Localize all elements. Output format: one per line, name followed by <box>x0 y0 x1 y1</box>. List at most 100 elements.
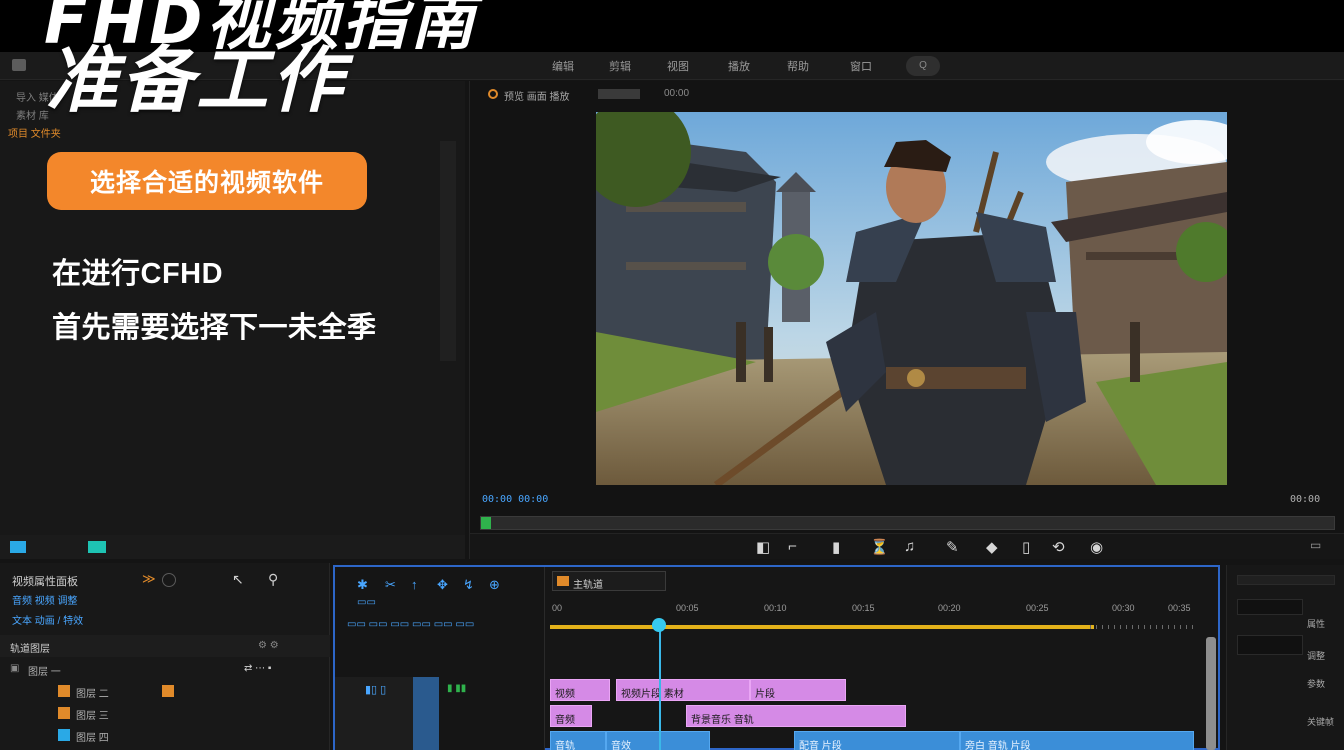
property-field[interactable] <box>1237 635 1303 655</box>
menu-item-edit[interactable]: 编辑 <box>552 58 574 74</box>
view-grid-icon[interactable] <box>10 541 26 553</box>
app-logo-icon <box>12 59 26 71</box>
properties-panel: 属性 调整 参数 关键帧 <box>1226 565 1344 750</box>
effect-icon[interactable]: ▯ <box>1022 538 1030 556</box>
preview-header-value[interactable] <box>598 89 640 99</box>
preview-toolbar: ◧ ⌐ ▮ ⏳ ♫ ✎ ◆ ▯ ⟲ ◉ ▭ <box>470 533 1344 559</box>
property-label: 参数 <box>1307 679 1326 689</box>
timeline-clip[interactable]: 视频片段 素材 <box>616 679 750 701</box>
track-color-icon <box>557 576 569 586</box>
timeline-clip[interactable]: 音频 <box>550 705 592 727</box>
zoom-tool-icon[interactable]: ⊕ <box>489 577 500 593</box>
mask-icon[interactable]: ▮ <box>832 538 840 556</box>
layer-name: 图层 四 <box>76 733 109 744</box>
inspector-subtitle-1: 音频 视频 调整 <box>12 596 78 607</box>
up-tool-icon[interactable]: ↑ <box>411 577 418 592</box>
view-list-icon[interactable] <box>88 541 106 553</box>
person-icon[interactable]: ⚲ <box>268 571 278 588</box>
speed-icon[interactable]: ⏳ <box>870 538 889 556</box>
track-lock-icon[interactable]: ▮▯ ▯ <box>365 683 386 696</box>
timeline-clip[interactable]: 旁白 音轨 片段 <box>960 731 1194 750</box>
timeline-clip[interactable]: 音效 <box>606 731 710 750</box>
layer-color-swatch <box>58 707 70 719</box>
property-label: 关键帧 <box>1307 717 1335 727</box>
layer-color-swatch <box>58 729 70 741</box>
game-character-scene <box>596 112 1227 485</box>
bend-tool-icon[interactable]: ↯ <box>463 577 474 593</box>
menu-item-window[interactable]: 窗口 <box>850 58 872 74</box>
ruler-tick-label: 00:10 <box>764 603 787 613</box>
ruler-progress-line <box>550 625 1095 629</box>
timeline-scrollbar[interactable] <box>1206 637 1216 750</box>
record-toggle-icon[interactable]: ◉ <box>1090 538 1103 556</box>
properties-header-bar <box>1237 575 1335 585</box>
menu-item-clip[interactable]: 剪辑 <box>609 58 631 74</box>
layer-color-swatch <box>162 685 174 697</box>
timeline-clip[interactable]: 片段 <box>750 679 846 701</box>
layer-row[interactable]: 图层 二 <box>0 681 330 701</box>
ruler-tick-label: 00:15 <box>852 603 875 613</box>
text-icon[interactable]: ◆ <box>986 538 998 556</box>
audio-icon[interactable]: ♫ <box>904 538 915 555</box>
timecode-left: 00:00 00:00 <box>482 494 549 505</box>
timeline-panel: ✱ ✂ ↑ ✥ ↯ ⊕ ▭▭ ▭▭ ▭▭ ▭▭ ▭▭ ▭▭ ▭▭ ▮▯ ▯ ▮ … <box>333 565 1220 750</box>
layer-row[interactable]: 图层 四 <box>0 725 330 745</box>
scrub-bar[interactable] <box>480 516 1335 530</box>
track-name-box[interactable]: 主轨道 <box>552 571 666 591</box>
color-icon[interactable]: ✎ <box>946 538 959 556</box>
timeline-clip[interactable]: 音轨 <box>550 731 606 750</box>
playhead[interactable] <box>659 619 661 750</box>
menu-item-view[interactable]: 视图 <box>667 58 689 74</box>
media-row-library[interactable]: 素材 库 <box>16 107 49 122</box>
track-header-highlight <box>413 677 439 750</box>
timeline-area[interactable]: 主轨道 00 00:05 00:10 00:15 00:20 00:25 00:… <box>546 567 1218 750</box>
media-bottom-bar <box>0 535 465 559</box>
preview-header: 预览 画面 播放 00:00 <box>470 81 1344 107</box>
menu-item-play[interactable]: 播放 <box>728 58 750 74</box>
layer-row[interactable]: ▣ 图层 一 ⇄ ⋯ ▪ <box>0 659 330 679</box>
ruler-tick-label: 00:30 <box>1112 603 1135 613</box>
record-icon[interactable] <box>488 89 498 99</box>
preview-video-frame <box>596 112 1227 485</box>
preview-transport: 00:00 00:00 00:00 <box>470 486 1344 530</box>
split-icon[interactable]: ◧ <box>756 538 770 556</box>
layer-name: 图层 三 <box>76 711 109 722</box>
menu-item-help[interactable]: 帮助 <box>787 58 809 74</box>
layer-row[interactable]: 图层 三 <box>0 703 330 723</box>
cursor-icon[interactable]: ↖ <box>232 571 244 588</box>
reset-icon[interactable] <box>162 573 176 587</box>
layer-visibility-icon[interactable]: ▣ <box>10 663 19 674</box>
track-status-icon[interactable]: ▮ ▮▮ <box>447 683 466 694</box>
ruler-tick-label: 00:35 <box>1168 603 1191 613</box>
track-tool-row[interactable]: ▭▭ ▭▭ ▭▭ ▭▭ ▭▭ ▭▭ <box>347 619 474 630</box>
crop-icon[interactable]: ⌐ <box>788 538 797 555</box>
ruler-ticks <box>1090 625 1198 629</box>
layer-controls-icon[interactable]: ⇄ ⋯ ▪ <box>244 663 271 674</box>
search-button[interactable]: Q <box>906 56 940 76</box>
preview-header-time: 00:00 <box>664 88 690 99</box>
move-tool-icon[interactable]: ✥ <box>437 577 448 593</box>
inspector-title: 视频属性面板 <box>12 576 78 588</box>
timeline-clip[interactable]: 配音 片段 <box>794 731 960 750</box>
select-tool-icon[interactable]: ✱ <box>357 577 368 593</box>
property-label: 属性 <box>1307 619 1326 629</box>
body-line-2: 首先需要选择下一未全季 <box>52 312 377 344</box>
software-pill: 选择合适的视频软件 <box>47 152 367 210</box>
timeline-ruler[interactable]: 00 00:05 00:10 00:15 00:20 00:25 00:30 0… <box>550 603 1198 629</box>
timeline-clip[interactable]: 背景音乐 音轨 <box>686 705 906 727</box>
scrub-handle[interactable] <box>481 517 491 529</box>
playhead-handle[interactable] <box>652 618 666 632</box>
settings-icon[interactable]: ⟲ <box>1052 538 1065 556</box>
media-row-folder[interactable]: 项目 文件夹 <box>8 125 61 140</box>
cut-tool-icon[interactable]: ✂ <box>385 577 396 593</box>
track-label-icon[interactable]: ▭▭ <box>357 597 376 608</box>
property-field[interactable] <box>1237 599 1303 615</box>
layer-options-icon[interactable]: ⚙ ⚙ <box>258 640 279 651</box>
fullscreen-icon[interactable]: ▭ <box>1310 538 1321 552</box>
effect-wand-icon[interactable]: ≫ <box>142 571 156 587</box>
timeline-clip[interactable]: 视频 <box>550 679 610 701</box>
inspector-panel: 视频属性面板 ≫ ↖ ⚲ 音频 视频 调整 文本 动画 / 特效 轨道图层 ⚙ … <box>0 563 330 750</box>
ruler-tick-label: 00:20 <box>938 603 961 613</box>
ruler-tick-label: 00:25 <box>1026 603 1049 613</box>
media-scrollbar[interactable] <box>440 141 456 361</box>
